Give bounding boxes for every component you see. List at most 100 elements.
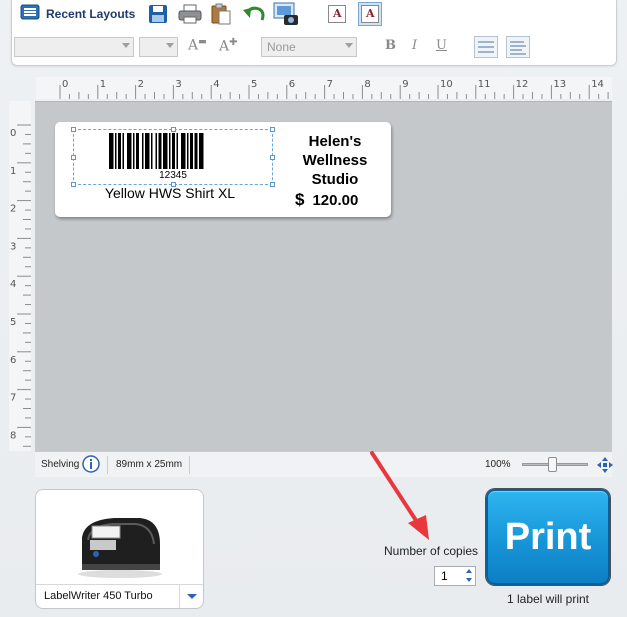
grow-font-label: A xyxy=(219,38,230,55)
barcode-bar xyxy=(133,133,135,169)
ruler-label: 10 xyxy=(440,79,453,90)
barcode-bar xyxy=(136,133,139,169)
bold-button[interactable]: B xyxy=(385,38,396,53)
toolbar-panel: Recent Layouts A A A▬ A✚ None B I U xyxy=(11,0,617,66)
barcode-bar xyxy=(142,133,144,169)
currency-symbol: $ xyxy=(295,190,305,209)
barcode-bar xyxy=(181,133,186,169)
barcode-bar xyxy=(169,133,171,169)
vertical-ruler-ticks: 0 1 2 3 4 5 6 7 8 xyxy=(10,124,31,447)
border-value: None xyxy=(267,40,296,54)
barcode-bar xyxy=(176,133,178,169)
store-name-line: Wellness xyxy=(302,152,368,169)
resize-handle[interactable] xyxy=(270,155,275,160)
item-name-text[interactable]: Yellow HWS Shirt XL xyxy=(69,185,271,201)
italic-button[interactable]: I xyxy=(412,38,417,53)
copies-stepper[interactable] xyxy=(434,566,476,586)
shrink-font-button[interactable]: A▬ xyxy=(188,37,207,54)
resize-handle[interactable] xyxy=(71,127,76,132)
ruler-label: 2 xyxy=(10,204,16,215)
horizontal-ruler: 0 1 2 3 4 5 6 7 8 9 10 11 12 13 14 xyxy=(36,77,612,99)
price-amount: 120.00 xyxy=(312,192,359,209)
paste-icon[interactable] xyxy=(210,3,232,25)
zoom-level: 100% xyxy=(485,459,511,470)
ruler-label: 4 xyxy=(213,79,219,90)
barcode-bar xyxy=(172,133,175,169)
ruler-label: 8 xyxy=(364,79,370,90)
status-bar: Shelving 89mm x 25mm 100% xyxy=(35,451,613,477)
align-vertical-icon[interactable] xyxy=(474,36,498,58)
barcode-bar xyxy=(122,133,124,169)
ruler-label: 4 xyxy=(10,279,16,290)
copies-label: Number of copies xyxy=(384,544,479,558)
copies-input[interactable] xyxy=(435,567,465,585)
ruler-label: 3 xyxy=(175,79,181,90)
info-icon[interactable] xyxy=(82,455,100,473)
ruler-label: 6 xyxy=(10,355,16,366)
ruler-label: 5 xyxy=(10,317,16,328)
recent-layouts-icon xyxy=(20,4,40,25)
printer-image xyxy=(74,500,166,580)
zoom-slider-thumb[interactable] xyxy=(548,457,557,472)
border-select[interactable]: None xyxy=(261,37,357,57)
insert-image-icon[interactable] xyxy=(273,2,299,26)
font-family-select[interactable] xyxy=(14,37,134,57)
save-icon[interactable] xyxy=(148,4,168,24)
ruler-label: 0 xyxy=(10,128,16,139)
chevron-down-icon xyxy=(345,43,353,48)
resize-handle[interactable] xyxy=(270,127,275,132)
font-size-select[interactable] xyxy=(139,37,178,57)
print-icon[interactable] xyxy=(178,4,202,24)
text-style-normal-button[interactable]: A xyxy=(328,5,346,23)
ruler-label: 8 xyxy=(10,430,16,441)
decrement-icon[interactable] xyxy=(464,576,475,585)
barcode-bar xyxy=(199,133,204,169)
printer-select[interactable]: LabelWriter 450 Turbo xyxy=(36,584,203,608)
ruler-label: 14 xyxy=(591,79,604,90)
barcode-number: 12345 xyxy=(159,170,187,181)
vertical-ruler: 0 1 2 3 4 5 6 7 8 xyxy=(9,101,31,451)
ruler-label: 9 xyxy=(402,79,408,90)
store-name-text[interactable]: Helen's Wellness Studio xyxy=(283,132,387,189)
ruler-label: 0 xyxy=(62,79,68,90)
resize-handle[interactable] xyxy=(171,127,176,132)
chevron-down-icon xyxy=(122,43,130,48)
barcode-bar xyxy=(127,133,132,169)
barcode-bar xyxy=(115,133,117,169)
ruler-label: 12 xyxy=(516,79,529,90)
ruler-label: 5 xyxy=(251,79,257,90)
resize-handle[interactable] xyxy=(71,155,76,160)
grow-font-button[interactable]: A✚ xyxy=(219,37,238,55)
barcode-object[interactable]: 12345 xyxy=(71,127,275,187)
recent-layouts-button[interactable]: Recent Layouts xyxy=(20,4,135,24)
undo-icon[interactable] xyxy=(242,4,266,24)
label-preview[interactable]: 12345 Yellow HWS Shirt XL Helen's Wellne… xyxy=(55,122,391,217)
layout-name: Shelving xyxy=(41,459,80,470)
barcode-bar xyxy=(194,133,198,169)
fit-to-window-icon[interactable] xyxy=(597,457,613,473)
increment-icon[interactable] xyxy=(464,567,475,576)
label-canvas: 12345 Yellow HWS Shirt XL Helen's Wellne… xyxy=(35,101,612,451)
barcode-bar xyxy=(151,133,153,169)
ruler-label: 6 xyxy=(289,79,295,90)
recent-layouts-label: Recent Layouts xyxy=(46,7,136,21)
underline-button[interactable]: U xyxy=(436,38,447,53)
barcode-bar xyxy=(163,133,168,169)
text-style-outline-button[interactable]: A xyxy=(358,2,382,26)
text-style-normal-label: A xyxy=(333,7,342,20)
ruler-label: 13 xyxy=(553,79,566,90)
ruler-label: 3 xyxy=(10,241,16,252)
shrink-font-label: A xyxy=(188,37,199,54)
ruler-label: 1 xyxy=(10,166,16,177)
printer-panel[interactable]: LabelWriter 450 Turbo xyxy=(35,489,204,609)
horizontal-ruler-ticks: 0 1 2 3 4 5 6 7 8 9 10 11 12 13 14 xyxy=(59,79,609,99)
chevron-down-icon[interactable] xyxy=(179,585,203,608)
print-button[interactable]: Print xyxy=(486,489,610,585)
barcode-bar xyxy=(109,133,114,169)
store-name-line: Helen's xyxy=(308,133,362,150)
printer-name: LabelWriter 450 Turbo xyxy=(44,590,153,602)
print-count-info: 1 label will print xyxy=(506,592,590,606)
ruler-label: 1 xyxy=(100,79,106,90)
align-text-icon[interactable] xyxy=(506,36,530,58)
price-text[interactable]: $120.00 xyxy=(295,190,358,210)
